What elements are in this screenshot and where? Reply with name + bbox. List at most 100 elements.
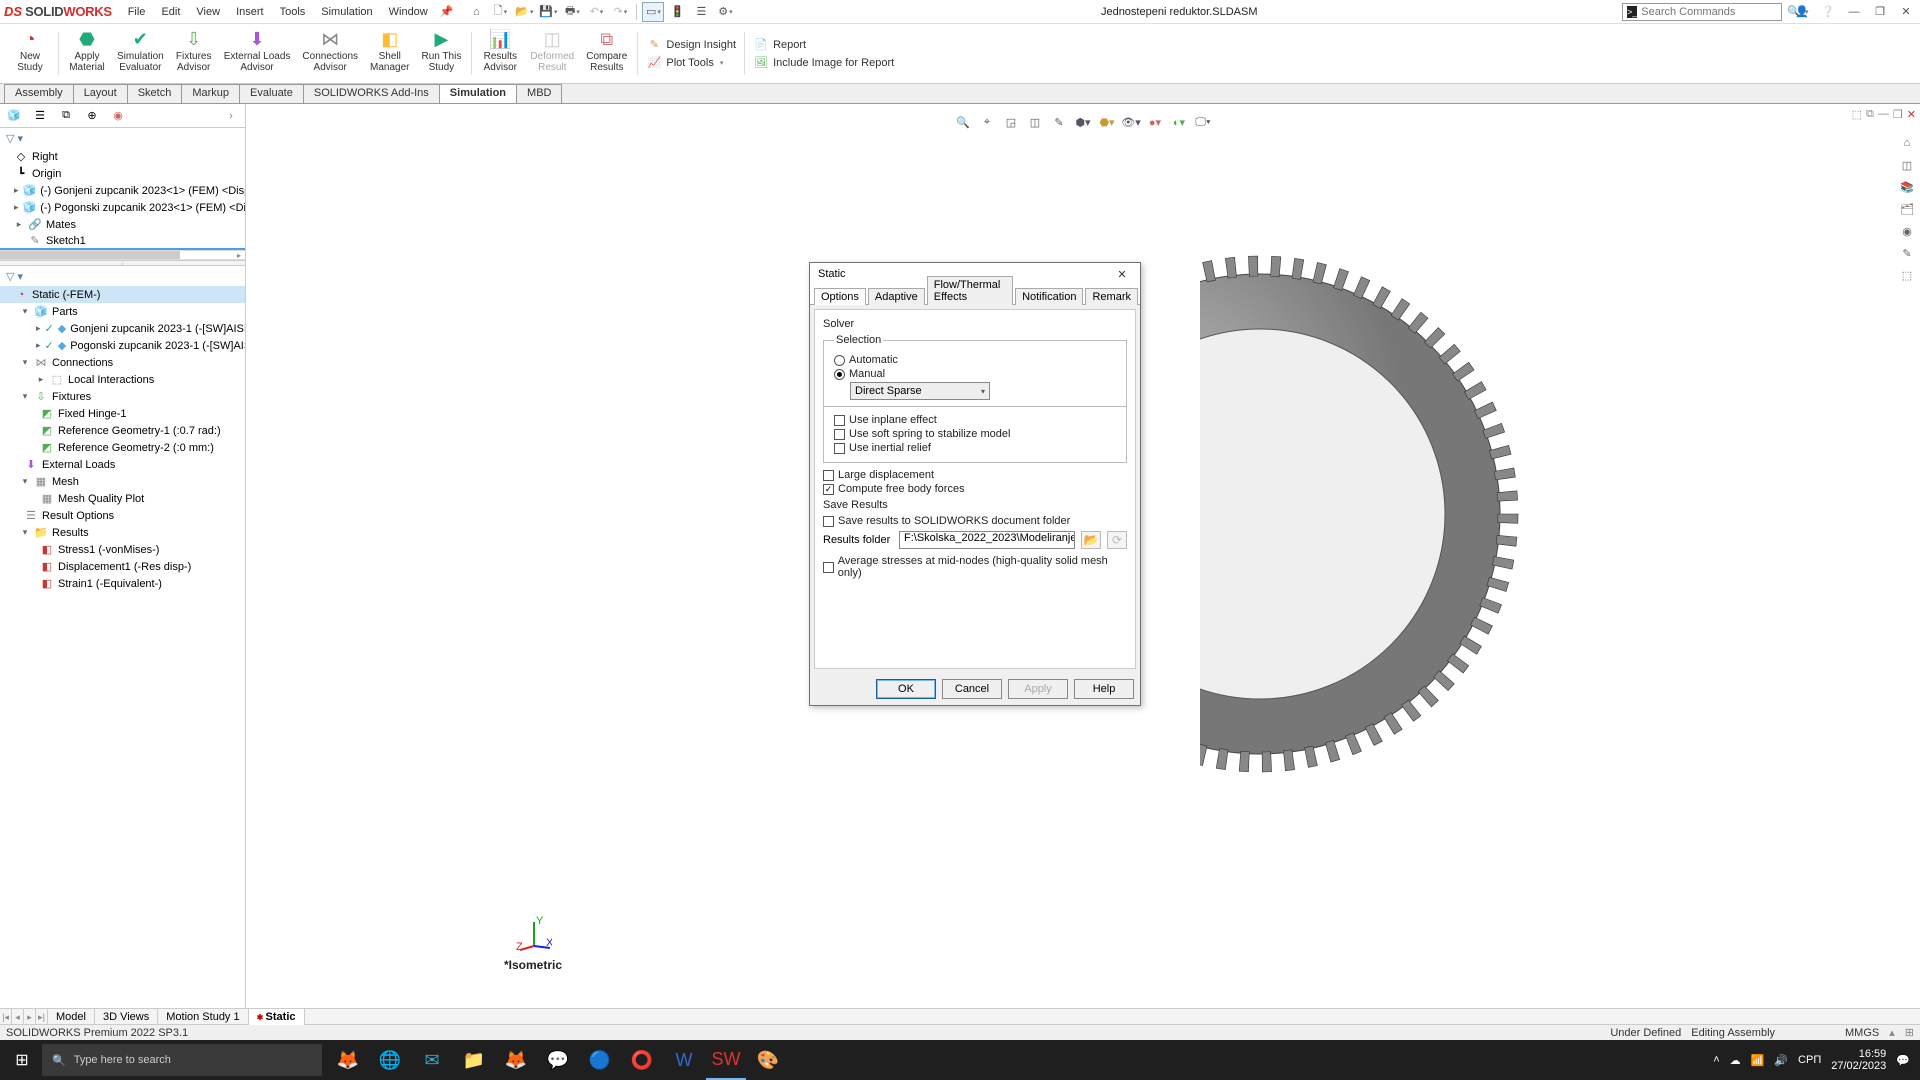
tree-item-gonjeni[interactable]: ▸🧊(-) Gonjeni zupcanik 2023<1> (FEM) <Di… bbox=[0, 182, 245, 199]
sim-parts-node[interactable]: ▾🧊Parts bbox=[0, 303, 245, 320]
tray-network-icon[interactable]: 📶 bbox=[1751, 1054, 1765, 1067]
dialog-close-button[interactable]: ✕ bbox=[1112, 268, 1132, 281]
taskbar-edge-icon[interactable]: 🌐 bbox=[370, 1040, 410, 1080]
vp-split-icon[interactable]: ⧉ bbox=[1866, 108, 1874, 121]
bottom-tab-model[interactable]: Model bbox=[48, 1009, 95, 1025]
sim-strain1[interactable]: ◧Strain1 (-Equivalent-) bbox=[0, 575, 245, 592]
vp-close-icon[interactable]: ✕ bbox=[1907, 108, 1916, 121]
search-commands[interactable]: >_ 🔍 ▾ bbox=[1622, 3, 1782, 21]
results-advisor-button[interactable]: 📊Results Advisor bbox=[476, 26, 524, 81]
fixtures-advisor-button[interactable]: ⇩Fixtures Advisor bbox=[170, 26, 218, 81]
taskbar-chrome-icon[interactable]: 🔵 bbox=[580, 1040, 620, 1080]
chk-large-displacement[interactable]: Large displacement bbox=[823, 469, 1127, 481]
include-image-button[interactable]: 🖼Include Image for Report bbox=[753, 55, 894, 71]
open-icon[interactable]: 📂▾ bbox=[513, 2, 535, 22]
bottom-tab-nav[interactable]: |◂◂▸▸| bbox=[0, 1009, 48, 1025]
tree-item-right[interactable]: ◇Right bbox=[0, 148, 245, 165]
sim-mesh-quality[interactable]: ▦Mesh Quality Plot bbox=[0, 490, 245, 507]
zoom-area-icon[interactable]: ⌖ bbox=[976, 112, 998, 132]
restore-button[interactable]: ❐ bbox=[1870, 3, 1890, 21]
compare-results-button[interactable]: ⧉Compare Results bbox=[580, 26, 633, 81]
fm-expand-icon[interactable]: › bbox=[221, 106, 241, 126]
tab-mbd[interactable]: MBD bbox=[516, 84, 562, 103]
prev-view-icon[interactable]: ◲ bbox=[1000, 112, 1022, 132]
status-units[interactable]: MMGS bbox=[1845, 1027, 1879, 1039]
sim-local-interactions[interactable]: ▸⬚Local Interactions bbox=[0, 371, 245, 388]
pin-icon[interactable]: 📌 bbox=[440, 5, 454, 18]
external-loads-advisor-button[interactable]: ⬇External Loads Advisor bbox=[218, 26, 297, 81]
taskbar-explorer-icon[interactable]: 📁 bbox=[454, 1040, 494, 1080]
sim-part-pogonski[interactable]: ▸✓◆Pogonski zupcanik 2023-1 (-[SW]AISI 1… bbox=[0, 337, 245, 354]
sim-fixtures-node[interactable]: ▾⇩Fixtures bbox=[0, 388, 245, 405]
taskbar-word-icon[interactable]: W bbox=[664, 1040, 704, 1080]
chk-inertial[interactable]: Use inertial relief bbox=[834, 442, 1120, 454]
solver-combo[interactable]: Direct Sparse▾ bbox=[850, 382, 990, 400]
chk-avg-stress[interactable]: Average stresses at mid-nodes (high-qual… bbox=[823, 555, 1127, 579]
sim-results-node[interactable]: ▾📁Results bbox=[0, 524, 245, 541]
dyn-annot-icon[interactable]: ✎ bbox=[1048, 112, 1070, 132]
display-style-icon[interactable]: ⬣▾ bbox=[1096, 112, 1118, 132]
taskbar-firefox-icon[interactable]: 🦊 bbox=[496, 1040, 536, 1080]
section-view-icon[interactable]: ◫ bbox=[1024, 112, 1046, 132]
taskpane-view-icon[interactable]: 🗂 bbox=[1898, 200, 1916, 218]
taskbar-paint-icon[interactable]: 🎨 bbox=[748, 1040, 788, 1080]
fm-tab-tree-icon[interactable]: 🧊 bbox=[4, 106, 24, 126]
run-study-button[interactable]: ▶Run This Study bbox=[415, 26, 467, 81]
fm-tab-display-icon[interactable]: ◉ bbox=[108, 106, 128, 126]
help-icon[interactable]: ❔ bbox=[1818, 3, 1838, 21]
fm-tab-property-icon[interactable]: ☰ bbox=[30, 106, 50, 126]
sim-refgeo2[interactable]: ◩Reference Geometry-2 (:0 mm:) bbox=[0, 439, 245, 456]
design-insight-button[interactable]: ✎Design Insight bbox=[646, 37, 736, 53]
dlg-tab-flow-thermal[interactable]: Flow/Thermal Effects bbox=[927, 276, 1013, 305]
tab-simulation[interactable]: Simulation bbox=[439, 84, 517, 103]
menu-file[interactable]: File bbox=[120, 4, 154, 20]
tree-hscroll[interactable]: ◂▸ bbox=[0, 250, 245, 260]
browse-folder-button[interactable]: 📂 bbox=[1081, 531, 1101, 549]
taskpane-resources-icon[interactable]: ◫ bbox=[1898, 156, 1916, 174]
rebuild-icon[interactable]: 🚦 bbox=[666, 2, 688, 22]
dlg-tab-notification[interactable]: Notification bbox=[1015, 288, 1083, 305]
taskbar-cortana-icon[interactable]: 🦊 bbox=[328, 1040, 368, 1080]
tray-onedrive-icon[interactable]: ☁ bbox=[1730, 1054, 1741, 1067]
graphics-viewport[interactable]: ⬚ ⧉ — ❐ ✕ 🔍 ⌖ ◲ ◫ ✎ ⬢▾ ⬣▾ 👁▾ ●▾ ◐▾ 🖵▾ ⌂ … bbox=[246, 104, 1920, 1008]
status-custom-icon[interactable]: ⊞ bbox=[1905, 1026, 1914, 1039]
tray-volume-icon[interactable]: 🔊 bbox=[1774, 1054, 1788, 1067]
undo-icon[interactable]: ↶▾ bbox=[585, 2, 607, 22]
sim-displacement1[interactable]: ◧Displacement1 (-Res disp-) bbox=[0, 558, 245, 575]
taskpane-appear-icon[interactable]: ◉ bbox=[1898, 222, 1916, 240]
radio-manual[interactable]: Manual bbox=[834, 368, 1120, 380]
tray-language[interactable]: СРП bbox=[1798, 1054, 1821, 1066]
chk-inplane[interactable]: Use inplane effect bbox=[834, 414, 1120, 426]
simulation-evaluator-button[interactable]: ✔Simulation Evaluator bbox=[111, 26, 170, 81]
bottom-tab-static[interactable]: Static bbox=[249, 1009, 305, 1025]
sim-part-gonjeni[interactable]: ▸✓◆Gonjeni zupcanik 2023-1 (-[SW]AISI 10… bbox=[0, 320, 245, 337]
menu-window[interactable]: Window bbox=[381, 4, 436, 20]
report-button[interactable]: 📄Report bbox=[753, 37, 894, 53]
radio-automatic[interactable]: Automatic bbox=[834, 354, 1120, 366]
shell-manager-button[interactable]: ◧Shell Manager bbox=[364, 26, 415, 81]
close-button[interactable]: ✕ bbox=[1896, 3, 1916, 21]
tab-addins[interactable]: SOLIDWORKS Add-Ins bbox=[303, 84, 440, 103]
taskbar-mail-icon[interactable]: ✉ bbox=[412, 1040, 452, 1080]
menu-insert[interactable]: Insert bbox=[228, 4, 272, 20]
zoom-fit-icon[interactable]: 🔍 bbox=[952, 112, 974, 132]
start-button[interactable]: ⊞ bbox=[2, 1040, 42, 1080]
taskpane-lib-icon[interactable]: 📚 bbox=[1898, 178, 1916, 196]
dlg-tab-remark[interactable]: Remark bbox=[1085, 288, 1138, 305]
hide-show-icon[interactable]: 👁▾ bbox=[1120, 112, 1142, 132]
sim-fixed-hinge[interactable]: ◩Fixed Hinge-1 bbox=[0, 405, 245, 422]
search-input[interactable] bbox=[1641, 6, 1783, 18]
fm-tab-config-icon[interactable]: ⧉ bbox=[56, 106, 76, 126]
sim-study-node[interactable]: ◔Static (-FEM-) bbox=[0, 286, 245, 303]
vp-max-icon[interactable]: ❐ bbox=[1893, 108, 1903, 121]
home-icon[interactable]: ⌂ bbox=[465, 2, 487, 22]
taskbar-opera-icon[interactable]: ⭕ bbox=[622, 1040, 662, 1080]
taskbar-solidworks-icon[interactable]: SW bbox=[706, 1040, 746, 1080]
tree-item-origin[interactable]: ┗Origin bbox=[0, 165, 245, 182]
select-icon[interactable]: ▭▾ bbox=[642, 2, 664, 22]
tree-item-mates[interactable]: ▸🔗Mates bbox=[0, 216, 245, 233]
save-icon[interactable]: 💾▾ bbox=[537, 2, 559, 22]
fm-filter[interactable]: ▽ ▾ bbox=[0, 128, 245, 148]
sim-filter[interactable]: ▽ ▾ bbox=[0, 266, 245, 286]
sim-mesh-node[interactable]: ▾▦Mesh bbox=[0, 473, 245, 490]
